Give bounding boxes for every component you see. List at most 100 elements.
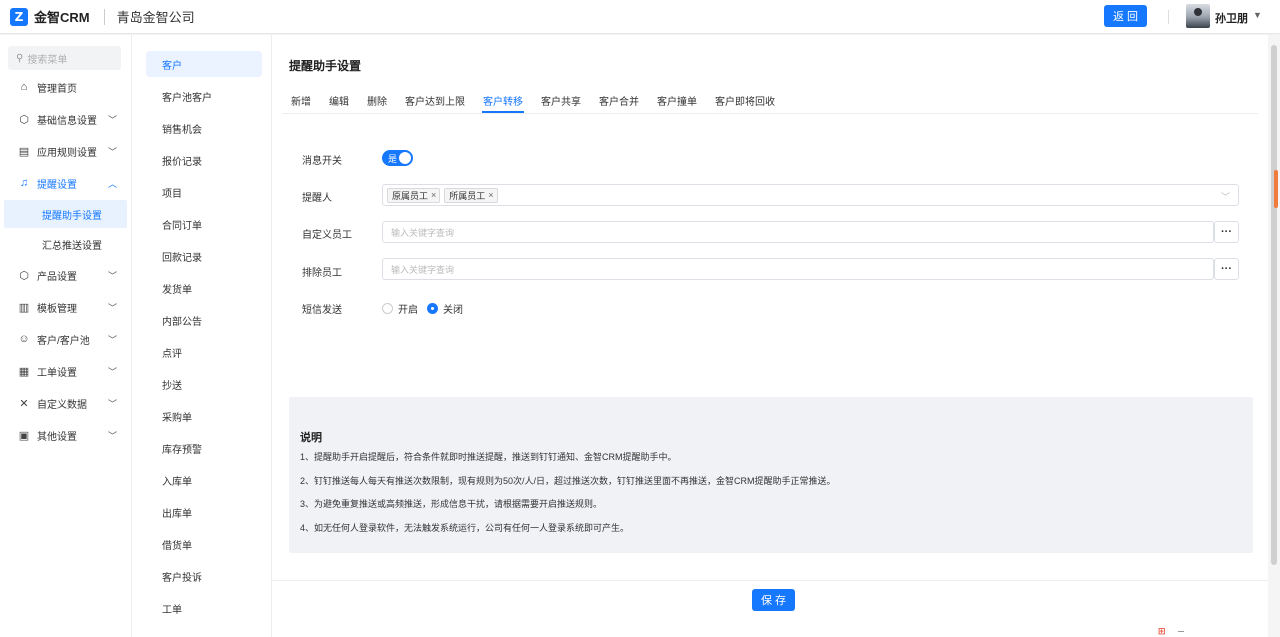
custom-employee-label: 自定义员工 xyxy=(302,230,352,241)
box-icon: ⬡ xyxy=(19,269,29,282)
header-divider xyxy=(103,8,105,25)
exclude-employee-label: 排除员工 xyxy=(302,268,342,279)
company-name: 青岛金智公司 xyxy=(116,10,195,25)
description-line: 3、为避免重复推送或高频推送，形成信息干扰，请根据需要开启推送规则。 xyxy=(300,499,603,509)
secondary-item-customer[interactable]: 客户 xyxy=(146,51,262,77)
sidebar-item-label: 基础信息设置 xyxy=(37,115,97,127)
tag-label: 原属员工 xyxy=(392,190,429,201)
secondary-item[interactable]: 销售机会 xyxy=(132,112,271,144)
sidebar-item-label: 自定义数据 xyxy=(37,399,87,411)
template-icon: ▥ xyxy=(18,301,30,314)
sidebar-item-product[interactable]: ⬡ 产品设置 ﹀ xyxy=(0,259,131,291)
user-name[interactable]: 孙卫朋 xyxy=(1215,10,1248,26)
description-line: 2、钉钉推送每人每天有推送次数限制，现有规则为50次/人/日，超过推送次数，钉钉… xyxy=(300,476,836,486)
sidebar-item-customer-pool[interactable]: ☺ 客户/客户池 ﹀ xyxy=(0,323,131,355)
tab-add[interactable]: 新增 xyxy=(282,87,320,113)
secondary-menu: 客户 客户池客户 销售机会 报价记录 项目 合同订单 回款记录 发货单 内部公告… xyxy=(132,35,272,637)
tab-customer-transfer[interactable]: 客户转移 xyxy=(474,87,532,113)
sidebar-item-label: 模板管理 xyxy=(37,303,77,315)
switch-knob xyxy=(399,152,411,164)
secondary-item[interactable]: 点评 xyxy=(132,336,271,368)
secondary-item[interactable]: 入库单 xyxy=(132,464,271,496)
secondary-item[interactable]: 回款记录 xyxy=(132,240,271,272)
header-separator xyxy=(1168,10,1169,24)
dash-icon xyxy=(1178,631,1184,632)
tab-delete[interactable]: 删除 xyxy=(358,87,396,113)
sidebar-item-app-rules[interactable]: ▤ 应用规则设置 ﹀ xyxy=(0,135,131,167)
sidebar-item-label: 应用规则设置 xyxy=(37,147,97,159)
footer-divider xyxy=(272,580,1268,581)
grid-icon: ▣ xyxy=(18,429,30,442)
switch-on-text: 是 xyxy=(388,154,398,164)
sidebar-item-label: 工单设置 xyxy=(37,367,77,379)
back-button[interactable]: 返 回 xyxy=(1104,5,1147,27)
ticket-icon: ▦ xyxy=(18,365,30,378)
reminder-tag: 所属员工 × xyxy=(444,187,498,203)
scrollbar-thumb[interactable] xyxy=(1271,45,1277,565)
chevron-down-icon: ﹀ xyxy=(1220,192,1230,202)
sidebar-subitem-summary-push[interactable]: 汇总推送设置 xyxy=(0,229,131,259)
close-icon[interactable]: × xyxy=(431,190,436,200)
tab-edit[interactable]: 编辑 xyxy=(320,87,358,113)
chevron-down-icon: ﹀ xyxy=(107,398,117,409)
sidebar-item-other[interactable]: ▣ 其他设置 ﹀ xyxy=(0,419,131,451)
tab-customer-share[interactable]: 客户共享 xyxy=(532,87,590,113)
description-line: 1、提醒助手开启提醒后，符合条件就即时推送提醒，推送到钉钉通知、金智CRM提醒助… xyxy=(300,452,677,462)
menu-search-input[interactable]: ⚲ 搜索菜单 xyxy=(8,46,121,70)
secondary-item[interactable]: 采购单 xyxy=(132,400,271,432)
sms-radio-on[interactable]: 开启 xyxy=(382,301,418,316)
sidebar-item-ticket[interactable]: ▦ 工单设置 ﹀ xyxy=(0,355,131,387)
tools-icon: ✕ xyxy=(19,397,29,410)
secondary-item[interactable]: 工单 xyxy=(132,592,271,624)
tab-customer-conflict[interactable]: 客户撞单 xyxy=(648,87,706,113)
description-panel: 说明 1、提醒助手开启提醒后，符合条件就即时推送提醒，推送到钉钉通知、金智CRM… xyxy=(289,397,1253,553)
chevron-down-icon: ﹀ xyxy=(107,302,117,313)
radio-circle xyxy=(382,303,393,314)
reminder-select[interactable]: 原属员工 × 所属员工 × ﹀ xyxy=(382,184,1239,206)
chevron-down-icon: ﹀ xyxy=(107,114,117,125)
tab-customer-recycle[interactable]: 客户即将回收 xyxy=(706,87,784,113)
save-button[interactable]: 保 存 xyxy=(752,589,795,611)
secondary-item[interactable]: 抄送 xyxy=(132,368,271,400)
secondary-item[interactable]: 报价记录 xyxy=(132,144,271,176)
sidebar-item-custom-data[interactable]: ✕ 自定义数据 ﹀ xyxy=(0,387,131,419)
sidebar-item-template[interactable]: ▥ 模板管理 ﹀ xyxy=(0,291,131,323)
sidebar-item-basic-info[interactable]: ⬡ 基础信息设置 ﹀ xyxy=(0,103,131,135)
sidebar-subitem-reminder-assistant[interactable]: 提醒助手设置 xyxy=(4,200,127,228)
exclude-employee-more-button[interactable]: ··· xyxy=(1214,258,1239,280)
vertical-scrollbar[interactable] xyxy=(1268,35,1280,637)
reminder-tag: 原属员工 × xyxy=(387,187,441,203)
tab-customer-limit[interactable]: 客户达到上限 xyxy=(396,87,474,113)
message-switch[interactable]: 是 xyxy=(382,150,413,166)
chevron-down-icon: ﹀ xyxy=(107,146,117,157)
tab-customer-merge[interactable]: 客户合并 xyxy=(590,87,648,113)
secondary-item[interactable]: 客户投诉 xyxy=(132,560,271,592)
custom-employee-input[interactable]: 输入关键字查询 xyxy=(382,221,1214,243)
radio-label: 开启 xyxy=(398,305,418,316)
description-line: 4、如无任何人登录软件，无法触发系统运行，公司有任何一人登录系统即可产生。 xyxy=(300,523,630,533)
sidebar-item-reminder[interactable]: ♫ 提醒设置 ︿ xyxy=(0,167,131,199)
exclude-employee-input[interactable]: 输入关键字查询 xyxy=(382,258,1214,280)
cube-icon: ⬡ xyxy=(19,113,29,126)
secondary-item[interactable]: 项目 xyxy=(132,176,271,208)
close-icon[interactable]: × xyxy=(488,190,493,200)
reminder-label: 提醒人 xyxy=(302,193,332,204)
secondary-item[interactable]: 出库单 xyxy=(132,496,271,528)
sidebar-item-home[interactable]: ⌂ 管理首页 xyxy=(0,71,131,103)
avatar[interactable] xyxy=(1186,4,1210,28)
secondary-item[interactable]: 内部公告 xyxy=(132,304,271,336)
secondary-item[interactable]: 客户池客户 xyxy=(132,80,271,112)
top-bar: Z 金智CRM 青岛金智公司 xyxy=(0,0,1280,34)
caret-down-icon[interactable]: ▼ xyxy=(1253,10,1262,20)
sms-radio-off[interactable]: 关闭 xyxy=(427,301,463,316)
scroll-indicator xyxy=(1274,170,1278,208)
custom-employee-more-button[interactable]: ··· xyxy=(1214,221,1239,243)
secondary-item[interactable]: 发货单 xyxy=(132,272,271,304)
chevron-down-icon: ﹀ xyxy=(107,334,117,345)
brand-name: 金智CRM xyxy=(34,10,90,25)
sidebar-item-label: 产品设置 xyxy=(37,271,77,283)
secondary-item[interactable]: 合同订单 xyxy=(132,208,271,240)
sidebar-item-label: 提醒设置 xyxy=(37,179,77,191)
secondary-item[interactable]: 库存预警 xyxy=(132,432,271,464)
secondary-item[interactable]: 借货单 xyxy=(132,528,271,560)
